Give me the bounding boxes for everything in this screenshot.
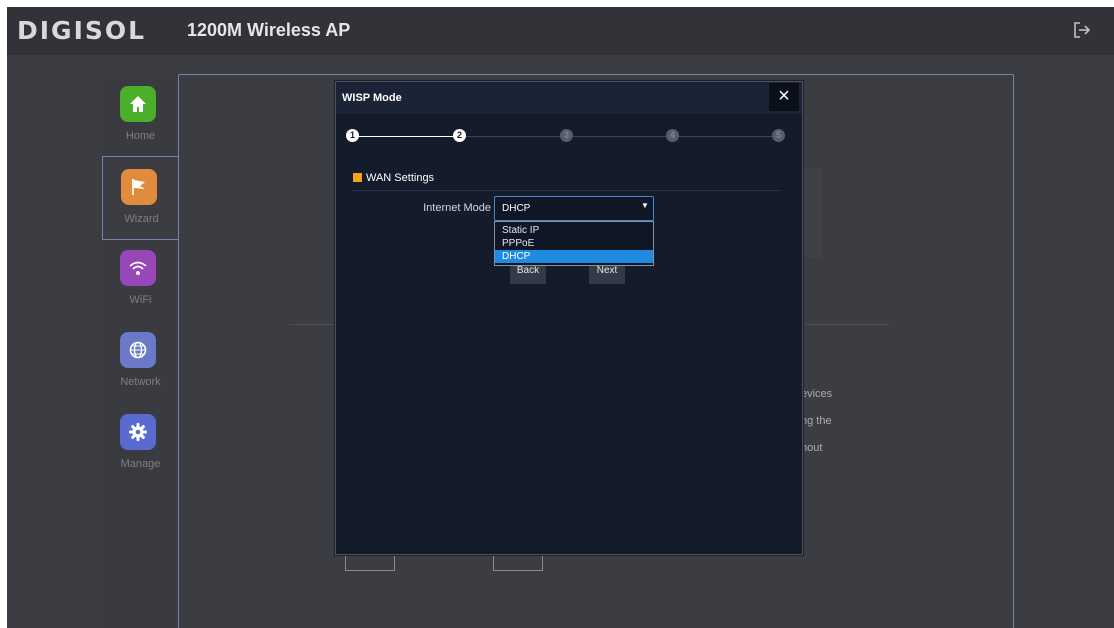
logout-icon	[1074, 22, 1091, 38]
sidebar: Home Wizard WiFi Network Manage	[102, 74, 179, 628]
background-button	[345, 554, 395, 571]
option-label: DHCP	[502, 251, 531, 262]
sidebar-item-label: Wizard	[124, 213, 159, 225]
step-3: 3	[560, 129, 573, 142]
page-title: 1200M Wireless AP	[187, 20, 351, 40]
step-2: 2	[453, 129, 466, 142]
sidebar-item-wizard[interactable]: Wizard	[102, 156, 179, 240]
sidebar-item-home[interactable]: Home	[102, 74, 179, 156]
top-bar: DIGISOL 1200M Wireless AP	[7, 7, 1114, 55]
wizard-stepper: 1 2 3 4 5	[336, 124, 802, 150]
wifi-tile	[120, 250, 156, 286]
sidebar-item-network[interactable]: Network	[102, 320, 179, 402]
option-static-ip[interactable]: Static IP	[495, 224, 653, 237]
internet-mode-select[interactable]: DHCP ▼	[494, 196, 654, 221]
background-button	[493, 554, 543, 571]
dialog-title: WISP Mode	[342, 92, 402, 104]
option-pppoe[interactable]: PPPoE	[495, 237, 653, 250]
background-text: hout	[801, 442, 823, 454]
internet-mode-value: DHCP	[502, 203, 531, 214]
close-icon: ×	[778, 85, 790, 107]
section-title: WAN Settings	[366, 172, 435, 184]
wifi-icon	[129, 261, 147, 275]
background-text: evices	[801, 388, 833, 400]
step-4: 4	[666, 129, 679, 142]
home-icon	[130, 96, 146, 112]
option-dhcp[interactable]: DHCP	[495, 250, 653, 263]
internet-mode-label: Internet Mode	[423, 202, 491, 214]
section-header: WAN Settings	[353, 172, 781, 191]
option-label: Static IP	[502, 225, 540, 236]
sidebar-item-label: Home	[125, 130, 156, 142]
internet-mode-options: Static IP PPPoE DHCP	[494, 221, 654, 266]
sidebar-item-manage[interactable]: Manage	[102, 402, 179, 484]
sidebar-item-wifi[interactable]: WiFi	[102, 238, 179, 320]
step-5: 5	[772, 129, 785, 142]
step-1: 1	[346, 129, 359, 142]
network-tile	[120, 332, 156, 368]
logout-button[interactable]	[1071, 19, 1093, 41]
option-label: PPPoE	[502, 238, 535, 249]
flag-icon	[132, 179, 145, 195]
globe-icon	[129, 341, 147, 359]
app-screen: DIGISOL 1200M Wireless AP Home Wizard Wi…	[7, 7, 1114, 628]
chevron-down-icon: ▼	[641, 201, 649, 210]
back-button[interactable]: Back	[510, 264, 546, 284]
next-button[interactable]: Next	[589, 264, 625, 284]
sidebar-item-label: Network	[120, 376, 161, 388]
dialog-header: WISP Mode ×	[336, 82, 802, 114]
sidebar-item-label: WiFi	[129, 294, 152, 306]
gear-icon	[129, 423, 147, 441]
home-tile	[120, 86, 156, 122]
wisp-mode-dialog: WISP Mode × 1 2 3 4 5 WAN Settings Inter…	[335, 81, 803, 555]
section-marker	[353, 173, 362, 182]
step-connector	[353, 136, 454, 137]
close-button[interactable]: ×	[769, 83, 799, 111]
manage-tile	[120, 414, 156, 450]
wizard-tile	[121, 169, 157, 205]
step-connector	[460, 136, 785, 137]
background-text: ng the	[801, 415, 832, 427]
sidebar-item-label: Manage	[120, 458, 161, 470]
brand-logo: DIGISOL	[17, 16, 147, 45]
